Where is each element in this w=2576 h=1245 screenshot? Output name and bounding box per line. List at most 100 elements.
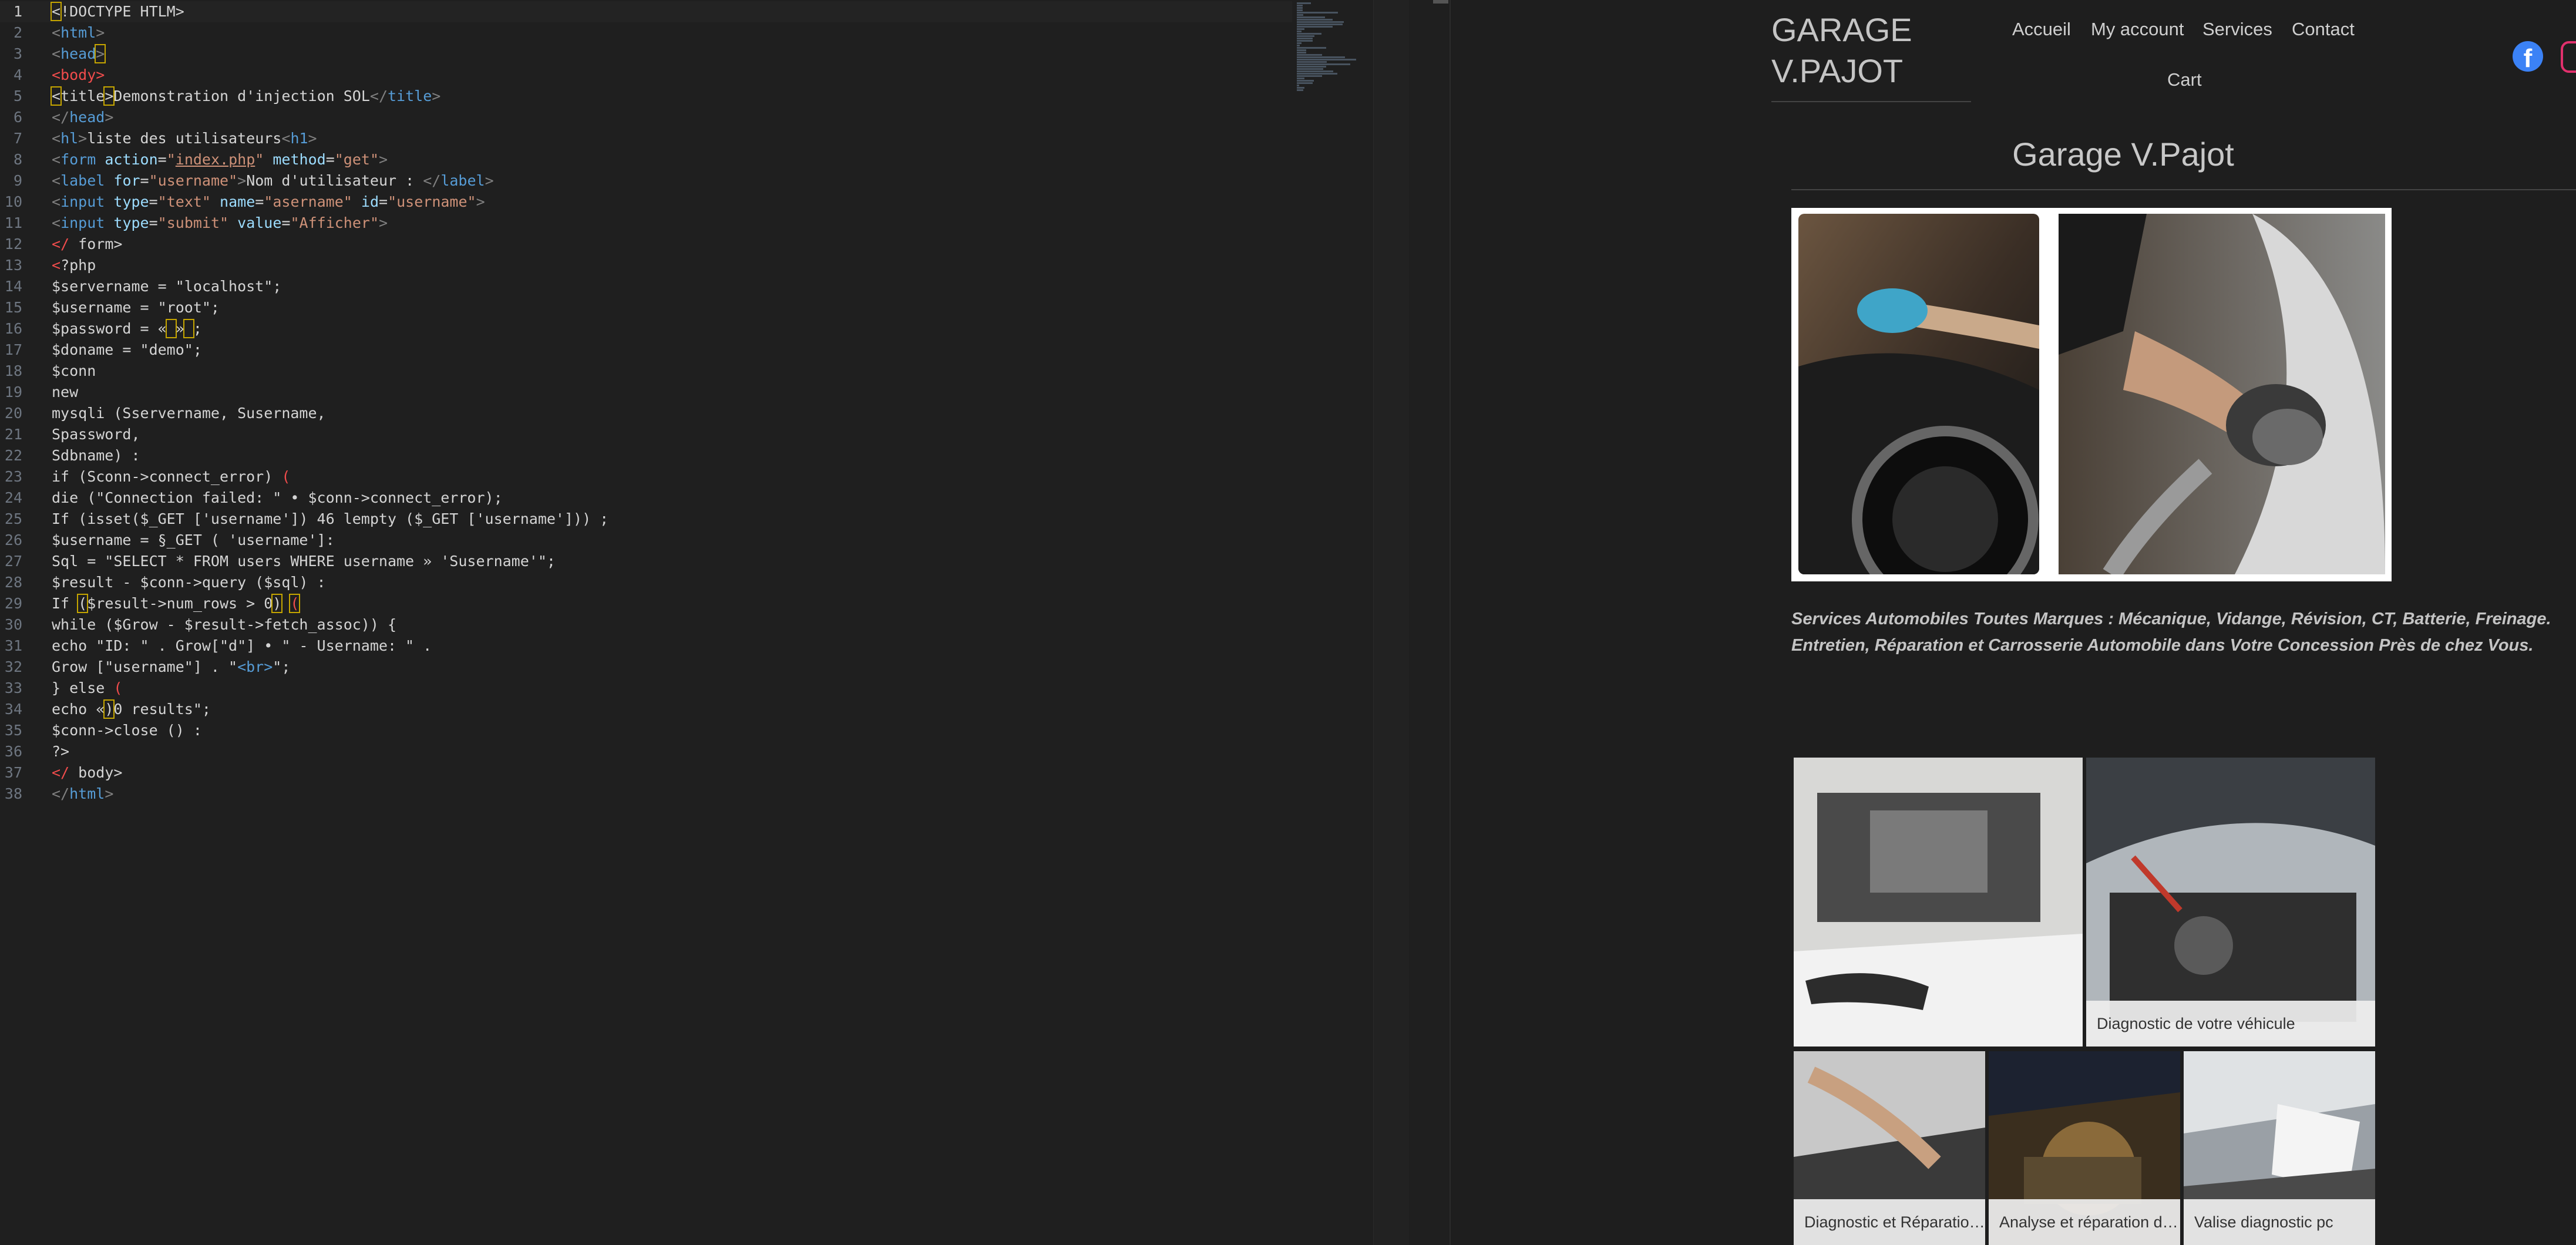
code-line[interactable]: 31 echo "ID: " . Grow["d"] • " - Username… (0, 635, 1292, 657)
editor-scrollbar[interactable] (1373, 0, 1409, 1245)
gallery-tile-analysis[interactable]: Analyse et réparation d… (1989, 1051, 2180, 1245)
code-line[interactable]: 15 $username = "root"; (0, 297, 1292, 318)
minimap[interactable] (1297, 0, 1373, 94)
code-text[interactable]: $result - $conn->query ($sql) : (52, 572, 326, 593)
code-line[interactable]: 9 <label for="username">Nom d'utilisateur… (0, 170, 1292, 191)
code-text[interactable]: </html> (52, 783, 113, 805)
line-number: 28 (4, 574, 22, 591)
code-line[interactable]: 21 Spassword, (0, 424, 1292, 445)
code-text[interactable]: Sql = "SELECT * FROM users WHERE usernam… (52, 551, 556, 572)
code-line[interactable]: 37 </ body> (0, 762, 1292, 783)
code-line[interactable]: 3 <head> (0, 43, 1292, 65)
nav-contact[interactable]: Contact (2292, 19, 2355, 40)
code-text[interactable]: echo "ID: " . Grow["d"] • " - Username: … (52, 635, 432, 657)
code-text[interactable]: <label for="username">Nom d'utilisateur … (52, 170, 494, 191)
code-text[interactable]: Grow ["username"] . "<br>"; (52, 657, 290, 678)
site-logo[interactable]: GARAGE V.PAJOT (1771, 9, 1971, 92)
code-text[interactable]: $conn->close () : (52, 720, 202, 741)
code-line[interactable]: 35 $conn->close () : (0, 720, 1292, 741)
facebook-icon[interactable]: f (2513, 41, 2543, 72)
code-text[interactable]: </ form> (52, 234, 122, 255)
code-line[interactable]: 1 <!DOCTYPE HTLM> (0, 1, 1292, 22)
code-line[interactable]: 32 Grow ["username"] . "<br>"; (0, 657, 1292, 678)
code-line[interactable]: 13 <?php (0, 255, 1292, 276)
code-line[interactable]: 4 <body> (0, 65, 1292, 86)
minimap-line (1297, 63, 1351, 65)
gallery-tile-repair[interactable]: Diagnostic et Réparation des (1794, 1051, 1985, 1245)
code-text[interactable]: $password = « » ; (52, 318, 202, 339)
code-text[interactable]: echo «)0 results"; (52, 699, 211, 720)
code-text[interactable]: <body> (52, 65, 105, 86)
code-line[interactable]: 25 If (isset($_GET ['username']) 46 lempt… (0, 509, 1292, 530)
code-line[interactable]: 6 </head> (0, 107, 1292, 128)
code-text[interactable]: ?> (52, 741, 69, 762)
code-text[interactable]: new (52, 382, 78, 403)
code-line[interactable]: 22 Sdbname) : (0, 445, 1292, 466)
code-text[interactable]: <head> (52, 43, 106, 65)
code-text[interactable]: </head> (52, 107, 113, 128)
nav-accueil[interactable]: Accueil (2012, 19, 2071, 40)
code-text[interactable]: } else ( (52, 678, 122, 699)
code-text[interactable]: Sdbname) : (52, 445, 140, 466)
minimap-line (1297, 23, 1343, 25)
nav-cart[interactable]: Cart (2167, 69, 2202, 90)
code-text[interactable]: mysqli (Sservername, Susername, (52, 403, 326, 424)
instagram-icon[interactable] (2561, 41, 2576, 73)
code-line[interactable]: 19 new (0, 382, 1292, 403)
code-text[interactable]: Spassword, (52, 424, 140, 445)
code-line[interactable]: 24 die ("Connection failed: " • $conn->co… (0, 487, 1292, 509)
code-line[interactable]: 33} else ( (0, 678, 1292, 699)
code-line[interactable]: 17 $doname = "demo"; (0, 339, 1292, 361)
code-text[interactable]: <form action="index.php" method="get"> (52, 149, 388, 170)
gallery-tile-laptop[interactable]: Valise diagnostic pc (2184, 1051, 2375, 1245)
code-text[interactable]: <hl>liste des utilisateurs<h1> (52, 128, 317, 149)
minimap-line (1297, 16, 1325, 18)
line-number: 20 (4, 405, 22, 422)
code-text[interactable]: </ body> (52, 762, 122, 783)
code-line[interactable]: 38 </html> (0, 783, 1292, 805)
code-text[interactable]: If ($result->num_rows > 0) ( (52, 593, 301, 614)
code-text[interactable]: $username = "root"; (52, 297, 220, 318)
code-line[interactable]: 34 echo «)0 results"; (0, 699, 1292, 720)
code-line[interactable]: 12 </ form> (0, 234, 1292, 255)
code-text[interactable]: <?php (52, 255, 96, 276)
gallery-tile-engine[interactable] (1794, 758, 2083, 1047)
code-line[interactable]: 18 $conn (0, 361, 1292, 382)
code-line[interactable]: 30 while ($Grow - $result->fetch_assoc)) … (0, 614, 1292, 635)
code-line[interactable]: 11 <input type="submit" value="Afficher"> (0, 213, 1292, 234)
code-line[interactable]: 14 $servername = "localhost"; (0, 276, 1292, 297)
code-text[interactable]: while ($Grow - $result->fetch_assoc)) { (52, 614, 396, 635)
code-line[interactable]: 2 <html> (0, 22, 1292, 43)
minimap-line (1297, 33, 1321, 35)
code-line[interactable]: 27 Sql = "SELECT * FROM users WHERE usern… (0, 551, 1292, 572)
code-line[interactable]: 7 <hl>liste des utilisateurs<h1> (0, 128, 1292, 149)
code-line[interactable]: 20 mysqli (Sservername, Susername, (0, 403, 1292, 424)
nav-services[interactable]: Services (2202, 19, 2272, 40)
code-text[interactable]: <title>Demonstration d'injection SOL</ti… (50, 86, 440, 107)
code-text[interactable]: <input type="submit" value="Afficher"> (52, 213, 388, 234)
code-line[interactable]: 23 if (Sconn->connect_error) ( (0, 466, 1292, 487)
code-line[interactable]: 29 If ($result->num_rows > 0) ( (0, 593, 1292, 614)
code-line[interactable]: 8 <form action="index.php" method="get"> (0, 149, 1292, 170)
code-text[interactable]: $username = §_GET ( 'username']: (52, 530, 335, 551)
code-text[interactable]: $servername = "localhost"; (52, 276, 281, 297)
code-line[interactable]: 10 <input type="text" name="asername" id=… (0, 191, 1292, 213)
code-line[interactable]: 36 ?> (0, 741, 1292, 762)
code-text[interactable]: die ("Connection failed: " • $conn->conn… (52, 487, 503, 509)
code-line[interactable]: 5 <title>Demonstration d'injection SOL</t… (0, 86, 1292, 107)
code-editor[interactable]: 1 <!DOCTYPE HTLM> 2 <html> 3 <head> 4 <body> 5 <t… (0, 0, 1451, 1245)
code-line[interactable]: 16 $password = « » ; (0, 318, 1292, 339)
code-text[interactable]: <!DOCTYPE HTLM> (50, 1, 184, 22)
code-text[interactable]: $conn (52, 361, 96, 382)
code-text[interactable]: <html> (52, 22, 105, 43)
gallery-tile-diagnostic[interactable]: Diagnostic de votre véhicule (2086, 758, 2375, 1047)
code-text[interactable]: If (isset($_GET ['username']) 46 lempty … (52, 509, 608, 530)
code-text[interactable]: <input type="text" name="asername" id="u… (52, 191, 485, 213)
gallery-caption: Analyse et réparation d… (1989, 1199, 2180, 1245)
code-line[interactable]: 28 $result - $conn->query ($sql) : (0, 572, 1292, 593)
scroll-thumb[interactable] (1433, 0, 1448, 4)
code-text[interactable]: $doname = "demo"; (52, 339, 202, 361)
code-line[interactable]: 26 $username = §_GET ( 'username']: (0, 530, 1292, 551)
nav-my-account[interactable]: My account (2091, 19, 2184, 40)
code-text[interactable]: if (Sconn->connect_error) ( (52, 466, 290, 487)
